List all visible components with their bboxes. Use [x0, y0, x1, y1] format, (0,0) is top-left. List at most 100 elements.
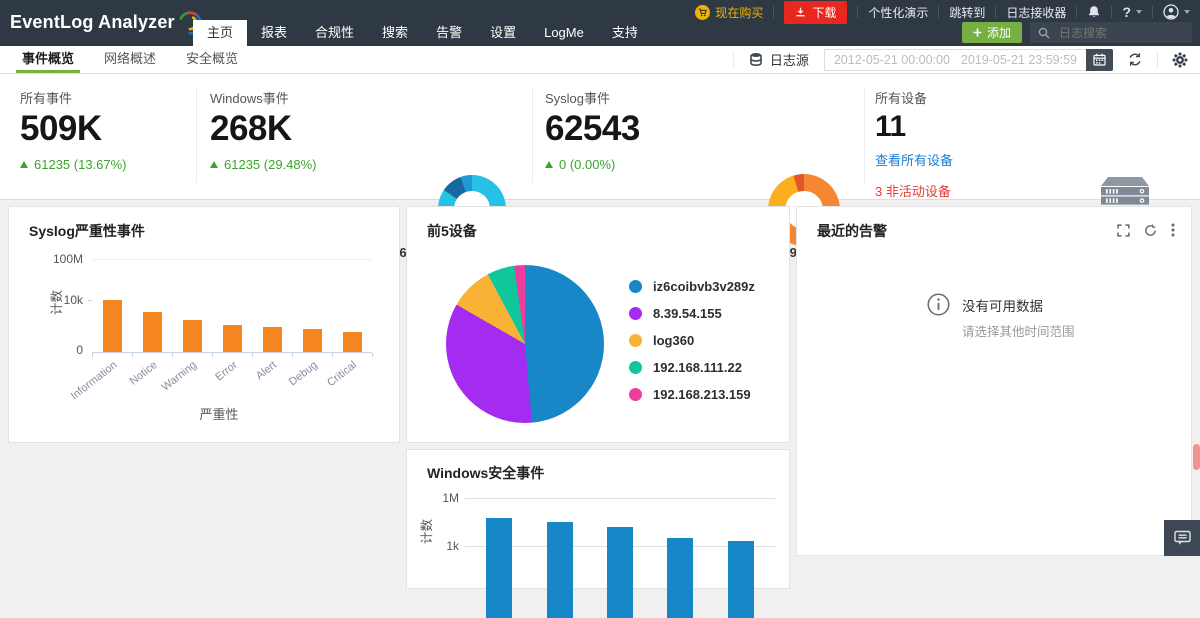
- x-tick-marks: [92, 353, 373, 357]
- bar-cell: Critical: [326, 260, 372, 389]
- app-logo[interactable]: EventLog Analyzer: [10, 7, 206, 37]
- panel-title: 最近的告警: [817, 223, 887, 239]
- legend-item: iz6coibvb3v289z: [629, 279, 755, 294]
- stat-all-devices: 所有设备 11 查看所有设备 3 非活动设备: [875, 88, 953, 200]
- divider: [532, 88, 533, 183]
- empty-hint: 请选择其他时间范围: [962, 325, 1075, 339]
- calendar-button[interactable]: [1086, 48, 1113, 71]
- user-menu[interactable]: [1163, 4, 1190, 20]
- syslog-severity-bar-chart[interactable]: Information Notice Warning Error Alert Debug C…: [69, 259, 372, 402]
- log-receiver-link[interactable]: 日志接收器: [1006, 4, 1066, 21]
- buy-now-button[interactable]: 现在购买: [695, 4, 763, 21]
- x-tick-label: Warning: [160, 359, 200, 394]
- download-button[interactable]: 下载: [784, 0, 848, 24]
- plus-icon: [973, 28, 982, 37]
- date-range-picker[interactable]: 2012-05-21 00:00:00 2019-05-21 23:59:59: [823, 48, 1113, 71]
- view-all-devices-link[interactable]: 查看所有设备: [875, 150, 953, 169]
- stat-delta: 61235 (13.67%): [20, 157, 127, 172]
- date-to-value: 2019-05-21 23:59:59: [960, 52, 1077, 67]
- top5-devices-pie-chart[interactable]: [446, 265, 604, 423]
- nav-item-compliance[interactable]: 合规性: [301, 20, 368, 46]
- help-menu[interactable]: ?: [1122, 4, 1142, 20]
- cart-icon: [695, 4, 711, 20]
- x-tick-label: Critical: [325, 359, 360, 390]
- bar-cell: [529, 498, 589, 618]
- bar[interactable]: [727, 541, 754, 618]
- bar[interactable]: [262, 327, 282, 352]
- refresh-icon: [1145, 224, 1156, 236]
- bar[interactable]: [607, 526, 634, 618]
- calendar-icon: [1093, 53, 1106, 66]
- bar[interactable]: [342, 331, 362, 352]
- x-tick-label: Notice: [127, 359, 160, 388]
- bar[interactable]: [142, 311, 162, 352]
- bar[interactable]: [486, 518, 513, 618]
- dashboard-settings-button[interactable]: [1172, 52, 1188, 68]
- x-tick-label: Error: [212, 359, 240, 384]
- bar-cell: Warning: [160, 260, 212, 393]
- stat-label: 所有设备: [875, 91, 928, 106]
- feedback-button[interactable]: [1164, 520, 1200, 556]
- nav-item-alerts[interactable]: 告警: [422, 20, 476, 46]
- subheader-controls: 日志源 2012-05-21 00:00:00 2019-05-21 23:59…: [732, 46, 1194, 73]
- triangle-up-icon: [545, 160, 553, 168]
- nav-item-support[interactable]: 支持: [598, 20, 652, 46]
- stat-label: Syslog事件: [545, 91, 611, 106]
- panel-actions: [1117, 223, 1175, 237]
- divider: [1111, 6, 1113, 18]
- legend-dot: [629, 361, 642, 374]
- stat-value: 62543: [545, 109, 640, 148]
- add-button[interactable]: 添加: [961, 22, 1022, 43]
- bar-cell: Notice: [127, 260, 172, 388]
- refresh-button[interactable]: [1127, 52, 1143, 67]
- topbar-controls: 添加: [961, 22, 1192, 43]
- bar[interactable]: [182, 319, 202, 352]
- nav-item-search[interactable]: 搜索: [368, 20, 422, 46]
- notifications-bell-icon[interactable]: [1087, 5, 1101, 19]
- stat-label: 所有事件: [20, 91, 73, 106]
- top-bar: EventLog Analyzer 现在购买 下载 个性化演示 跳转到 日志接收…: [0, 0, 1200, 46]
- jump-to-link[interactable]: 跳转到: [949, 4, 985, 21]
- nav-item-logme[interactable]: LogMe: [530, 20, 598, 46]
- inactive-devices-text: 3 非活动设备: [875, 183, 951, 199]
- windows-security-bar-chart[interactable]: [469, 498, 771, 618]
- bar[interactable]: [102, 299, 122, 352]
- bar[interactable]: [222, 325, 242, 352]
- bar-cell: Debug: [286, 260, 332, 388]
- tab-security-overview[interactable]: 安全概览: [184, 46, 240, 73]
- refresh-widget-button[interactable]: [1144, 224, 1157, 237]
- personal-demo-link[interactable]: 个性化演示: [868, 4, 928, 21]
- stat-windows-events: Windows事件 268K 61235 (29.48%): [210, 88, 317, 172]
- chevron-down-icon: [1184, 10, 1190, 14]
- scrollbar-thumb[interactable]: [1193, 444, 1200, 470]
- divider: [1152, 6, 1153, 18]
- expand-button[interactable]: [1117, 223, 1130, 237]
- panel-title: Windows安全事件: [427, 465, 545, 481]
- log-search-box[interactable]: [1030, 22, 1192, 43]
- tab-event-overview[interactable]: 事件概览: [15, 46, 81, 73]
- legend-dot: [629, 388, 642, 401]
- bar[interactable]: [546, 522, 573, 618]
- stats-strip: 所有事件 509K 61235 (13.67%) Windows事件 268K …: [0, 74, 1200, 261]
- nav-item-settings[interactable]: 设置: [476, 20, 530, 46]
- nav-item-reports[interactable]: 报表: [247, 20, 301, 46]
- widget-menu-button[interactable]: [1171, 223, 1175, 237]
- nav-item-home[interactable]: 主页: [193, 20, 248, 46]
- legend-item: 192.168.111.22: [629, 360, 755, 375]
- divider: [1076, 6, 1078, 18]
- bar-cell: [650, 498, 710, 618]
- utility-bar: 现在购买 下载 个性化演示 跳转到 日志接收器 ?: [695, 0, 1190, 24]
- legend-dot: [629, 334, 642, 347]
- gear-icon: [1172, 52, 1188, 67]
- log-source-button[interactable]: 日志源: [732, 51, 824, 68]
- panel-title: Syslog严重性事件: [29, 223, 145, 239]
- divider: [938, 6, 940, 18]
- kebab-menu-icon: [1171, 223, 1175, 237]
- log-search-input[interactable]: [1057, 24, 1184, 41]
- tab-network-overview[interactable]: 网络概述: [102, 46, 158, 73]
- bar[interactable]: [302, 329, 322, 352]
- legend-item: 8.39.54.155: [629, 306, 755, 321]
- bar[interactable]: [667, 537, 694, 618]
- triangle-up-icon: [20, 160, 28, 168]
- bar-cell: Information: [69, 260, 132, 402]
